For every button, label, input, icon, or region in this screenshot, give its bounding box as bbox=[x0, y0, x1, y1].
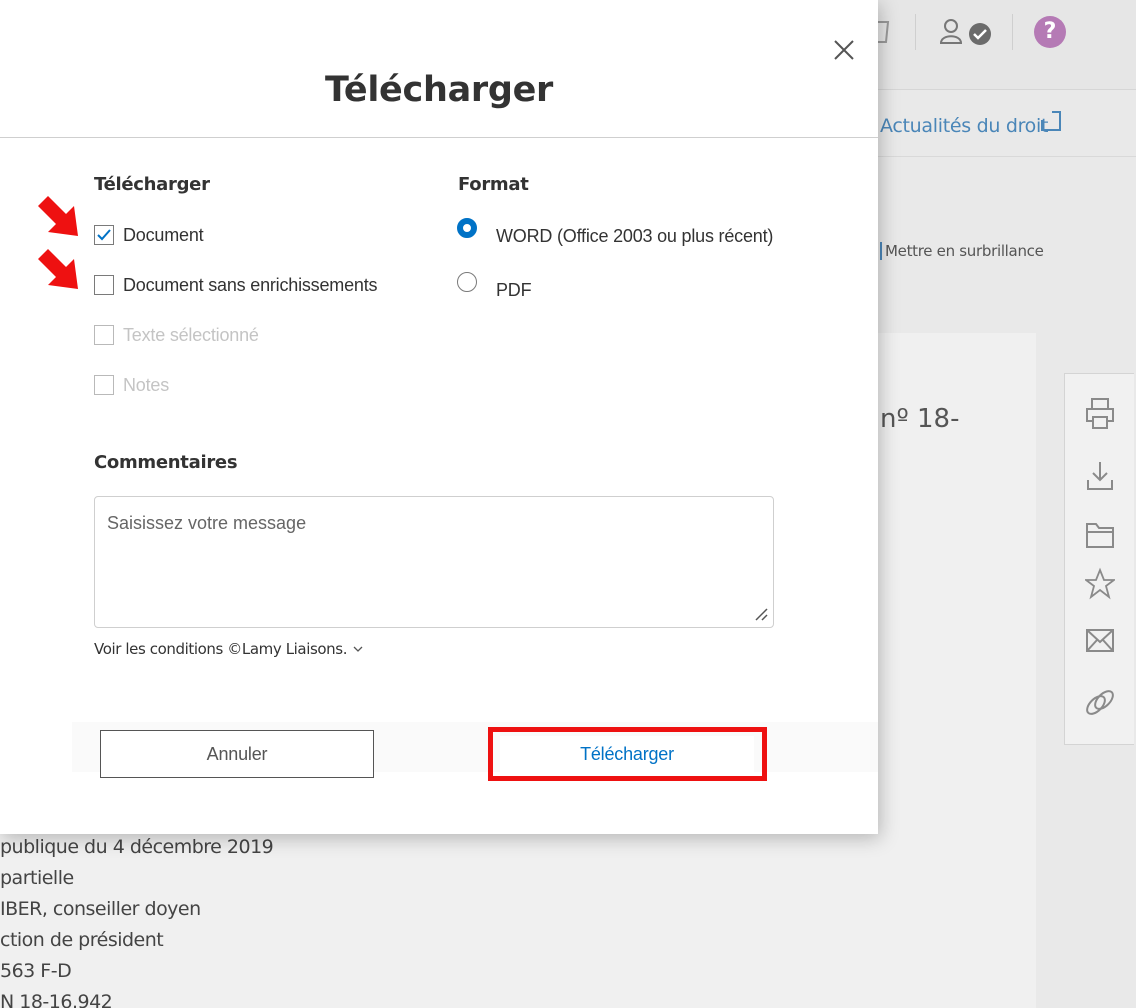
document-line: 563 F-D bbox=[0, 960, 72, 982]
mail-icon[interactable] bbox=[1085, 627, 1115, 655]
option-document-plain[interactable]: Document sans enrichissements bbox=[94, 274, 378, 296]
comments-heading: Commentaires bbox=[94, 452, 238, 473]
document-header-lines: publique du 4 décembre 2019 partielle IB… bbox=[0, 834, 400, 1008]
format-label: PDF bbox=[496, 280, 532, 300]
checkbox[interactable] bbox=[94, 225, 114, 245]
option-label: Document bbox=[123, 224, 204, 245]
checkbox bbox=[94, 325, 114, 345]
format-option-pdf[interactable]: PDF bbox=[457, 272, 532, 301]
annotation-arrow-icon bbox=[38, 249, 78, 289]
comment-field[interactable] bbox=[94, 496, 774, 628]
document-line: partielle bbox=[0, 867, 74, 889]
annotation-arrow-icon bbox=[38, 196, 78, 236]
chevron-down-icon bbox=[353, 646, 363, 652]
document-line: IBER, conseiller doyen bbox=[0, 898, 201, 920]
download-section-heading: Télécharger bbox=[94, 174, 210, 195]
checkmark-icon bbox=[97, 229, 111, 241]
download-button[interactable]: Télécharger bbox=[500, 736, 754, 772]
radio-button[interactable] bbox=[457, 272, 477, 292]
external-link-icon[interactable] bbox=[1040, 110, 1062, 132]
user-icon[interactable] bbox=[940, 18, 966, 46]
format-label: WORD (Office 2003 ou plus récent) bbox=[496, 226, 774, 246]
document-number: nº 18- bbox=[880, 404, 960, 434]
option-label: Document sans enrichissements bbox=[123, 274, 378, 295]
cancel-button[interactable]: Annuler bbox=[100, 730, 374, 778]
news-link[interactable]: Actualités du droit bbox=[880, 115, 1048, 137]
highlight-button[interactable]: Mettre en surbrillance bbox=[880, 242, 1044, 260]
dialog-divider bbox=[0, 137, 878, 138]
help-icon[interactable]: ? bbox=[1034, 16, 1066, 48]
radio-button[interactable] bbox=[457, 218, 477, 238]
download-dialog: Télécharger Télécharger Document Documen… bbox=[0, 0, 878, 834]
dialog-title: Télécharger bbox=[325, 70, 553, 110]
toolbar-separator bbox=[915, 14, 916, 50]
folder-icon[interactable] bbox=[1085, 518, 1115, 550]
option-selected-text: Texte sélectionné bbox=[94, 324, 259, 346]
option-notes: Notes bbox=[94, 374, 169, 396]
document-line: publique du 4 décembre 2019 bbox=[0, 836, 274, 858]
document-line: N 18-16.942 bbox=[0, 991, 113, 1008]
download-icon[interactable] bbox=[1085, 460, 1115, 492]
option-label: Notes bbox=[123, 374, 170, 395]
star-icon[interactable] bbox=[1085, 567, 1115, 601]
conditions-link[interactable]: Voir les conditions ©Lamy Liaisons. bbox=[94, 640, 363, 658]
resize-handle-icon[interactable] bbox=[754, 607, 768, 621]
document-line: ction de président bbox=[0, 929, 164, 951]
close-icon[interactable] bbox=[832, 38, 856, 62]
option-label: Texte sélectionné bbox=[123, 324, 259, 345]
format-section-heading: Format bbox=[458, 174, 529, 195]
toolbar-separator bbox=[1012, 14, 1013, 50]
print-icon[interactable] bbox=[1085, 397, 1115, 431]
verified-check-icon bbox=[969, 23, 991, 45]
checkbox bbox=[94, 375, 114, 395]
link-icon[interactable] bbox=[1085, 687, 1115, 719]
option-document[interactable]: Document bbox=[94, 224, 204, 246]
format-option-word[interactable]: WORD (Office 2003 ou plus récent) bbox=[457, 218, 773, 247]
conditions-label: Voir les conditions ©Lamy Liaisons. bbox=[94, 640, 348, 658]
checkbox[interactable] bbox=[94, 275, 114, 295]
